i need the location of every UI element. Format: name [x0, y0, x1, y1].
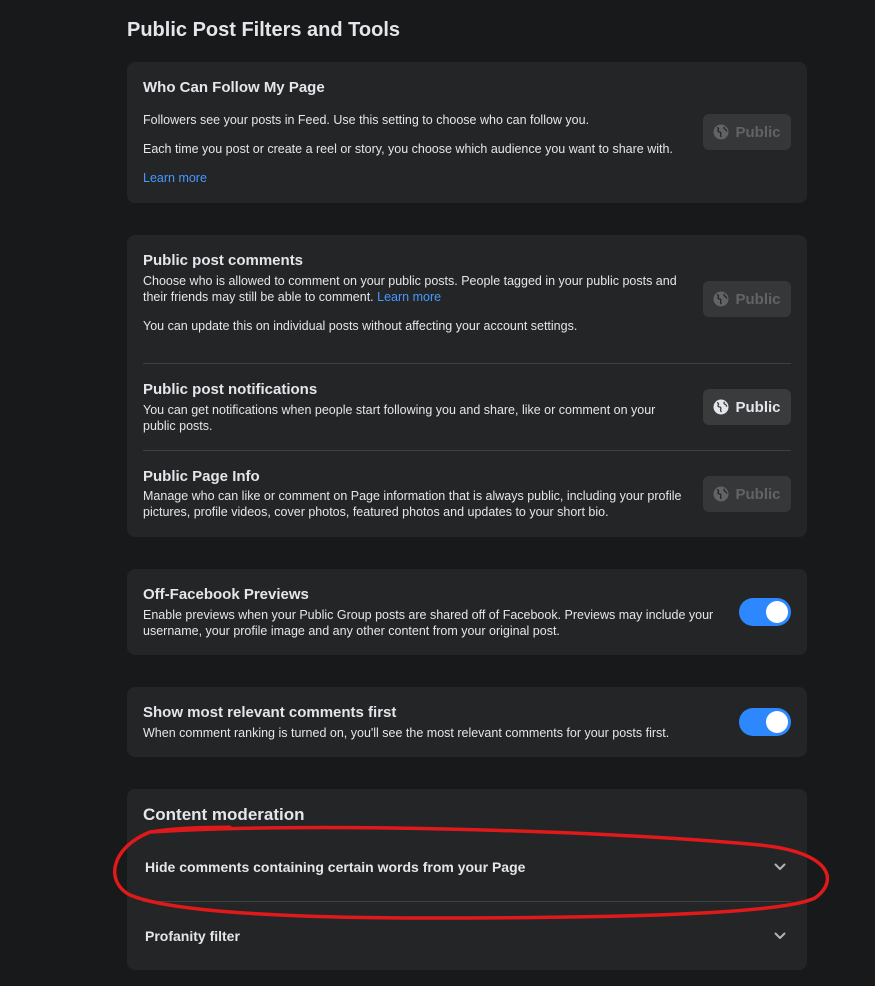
- globe-icon: [713, 399, 729, 415]
- divider: [143, 363, 791, 364]
- globe-icon: [713, 124, 729, 140]
- comments-audience-button[interactable]: Public: [703, 281, 791, 317]
- follow-note: Each time you post or create a reel or s…: [143, 142, 673, 156]
- relevant-title: Show most relevant comments first: [143, 704, 397, 721]
- notifications-description: You can get notifications when people st…: [143, 403, 656, 433]
- moderation-item-profanity[interactable]: Profanity filter: [127, 916, 807, 956]
- moderation-item-hide-words[interactable]: Hide comments containing certain words f…: [127, 847, 807, 887]
- moderation-item-label: Hide comments containing certain words f…: [145, 859, 526, 875]
- notifications-audience-label: Public: [735, 398, 781, 416]
- previews-title: Off-Facebook Previews: [143, 586, 309, 603]
- page-info-description: Manage who can like or comment on Page i…: [143, 489, 682, 519]
- previews-description: Enable previews when your Public Group p…: [143, 608, 714, 638]
- comments-title: Public post comments: [143, 252, 304, 269]
- page-info-title: Public Page Info: [143, 468, 260, 485]
- divider: [143, 901, 791, 902]
- follow-title: Who Can Follow My Page: [143, 79, 325, 96]
- notifications-audience-button[interactable]: Public: [703, 389, 791, 425]
- chevron-down-icon: [774, 932, 786, 939]
- relevant-description: When comment ranking is turned on, you'l…: [143, 726, 670, 740]
- follow-description: Followers see your posts in Feed. Use th…: [143, 113, 590, 127]
- notifications-title: Public post notifications: [143, 381, 318, 398]
- globe-icon: [713, 486, 729, 502]
- previews-toggle[interactable]: [739, 598, 791, 626]
- previews-card: Off-Facebook Previews Enable previews wh…: [127, 569, 807, 655]
- comments-learn-more-link[interactable]: Learn more: [377, 290, 441, 304]
- globe-icon: [713, 291, 729, 307]
- relevant-toggle[interactable]: [739, 708, 791, 736]
- relevant-comments-card: Show most relevant comments first When c…: [127, 687, 807, 757]
- public-post-settings-card: Public post comments Choose who is allow…: [127, 235, 807, 537]
- follow-learn-more-link[interactable]: Learn more: [143, 170, 207, 186]
- page-info-audience-label: Public: [735, 485, 781, 503]
- comments-description: Choose who is allowed to comment on your…: [143, 273, 688, 305]
- content-moderation-card: Content moderation Hide comments contain…: [127, 789, 807, 970]
- page-info-audience-button[interactable]: Public: [703, 476, 791, 512]
- divider: [143, 450, 791, 451]
- follow-audience-button[interactable]: Public: [703, 114, 791, 150]
- moderation-title: Content moderation: [143, 805, 305, 824]
- page-title: Public Post Filters and Tools: [127, 19, 400, 41]
- comments-note: You can update this on individual posts …: [143, 319, 578, 333]
- comments-audience-label: Public: [735, 290, 781, 308]
- follow-settings-card: Who Can Follow My Page Followers see you…: [127, 62, 807, 203]
- toggle-knob: [766, 711, 788, 733]
- moderation-item-label: Profanity filter: [145, 928, 240, 944]
- chevron-down-icon: [774, 863, 786, 870]
- toggle-knob: [766, 601, 788, 623]
- follow-audience-label: Public: [735, 123, 781, 141]
